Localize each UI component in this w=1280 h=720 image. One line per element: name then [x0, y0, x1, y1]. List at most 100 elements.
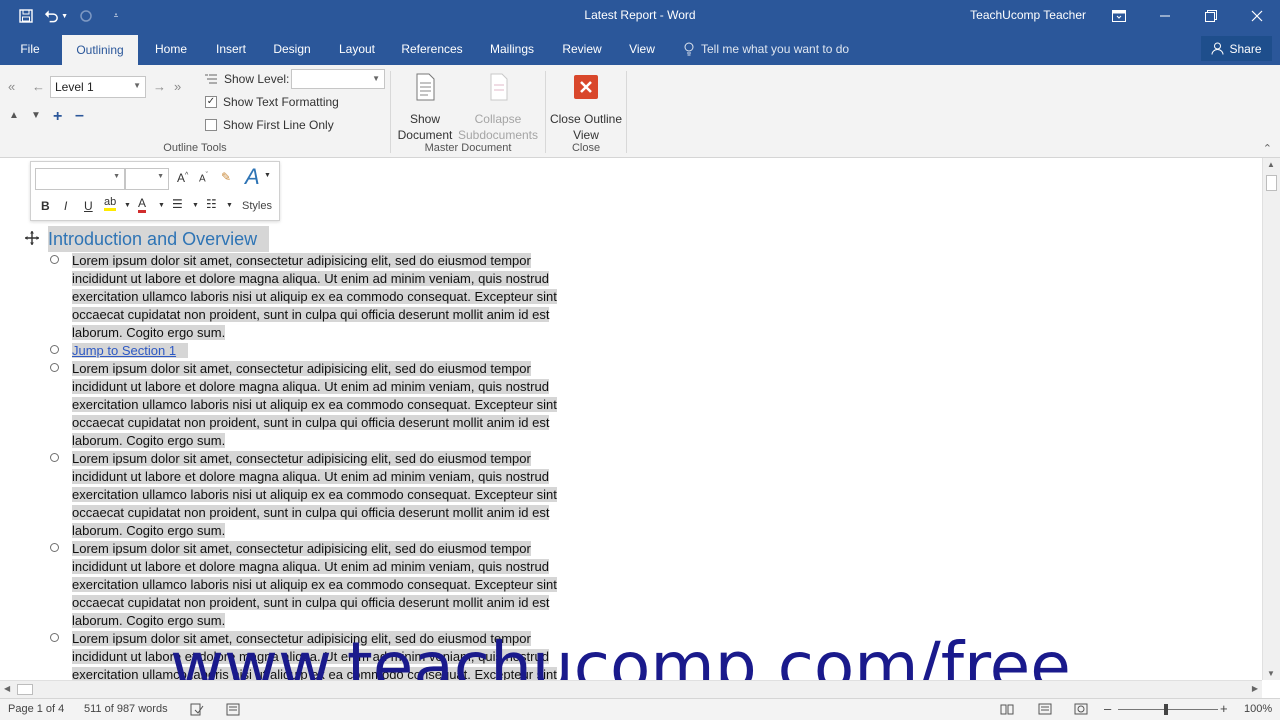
styles-icon[interactable]: A	[245, 164, 260, 190]
outline-bullet-icon[interactable]	[50, 255, 59, 264]
show-level-select[interactable]: ▼	[291, 69, 385, 89]
close-group-label: Close	[571, 142, 601, 154]
format-painter-icon[interactable]: ✎	[221, 170, 231, 184]
group-separator	[626, 71, 627, 153]
document-area[interactable]: ▼ ▼ A^ Aˇ ✎ A ▼ B I U ab ▼ A ▼ ☰ ▼ ☷ ▼ S…	[0, 158, 1262, 680]
paragraph-line: exercitation ullamco laboris nisi ut ali…	[72, 487, 557, 502]
outline-bullet-icon[interactable]	[50, 363, 59, 372]
chevron-down-icon: ▼	[133, 81, 141, 90]
move-down-icon[interactable]: ▼	[31, 110, 41, 121]
bullets-icon[interactable]: ☰	[172, 197, 183, 211]
highlight-icon[interactable]: ab	[104, 196, 117, 211]
collapse-ribbon-icon[interactable]: ⌃	[1263, 142, 1272, 155]
styles-label: Styles	[242, 200, 272, 212]
scroll-right-icon[interactable]: ▶	[1252, 684, 1258, 693]
tab-file[interactable]: File	[8, 32, 52, 65]
outline-level-select[interactable]: Level 1 ▼	[50, 76, 146, 98]
lightbulb-icon	[684, 42, 694, 55]
proofing-icon[interactable]	[190, 703, 204, 716]
tab-outlining[interactable]: Outlining	[62, 35, 138, 65]
move-handle-icon[interactable]	[24, 230, 40, 246]
user-name[interactable]: TeachUcomp Teacher	[970, 8, 1086, 22]
group-separator	[390, 71, 391, 153]
tab-view[interactable]: View	[620, 32, 664, 65]
chevron-down-icon[interactable]: ▼	[264, 172, 271, 179]
close-window-button[interactable]	[1234, 0, 1280, 32]
shrink-font-icon[interactable]: Aˇ	[199, 172, 208, 184]
outline-heading-level-1[interactable]: Introduction and Overview	[48, 226, 270, 252]
scroll-up-icon[interactable]: ▲	[1267, 160, 1275, 169]
demote-to-body-icon[interactable]: »	[174, 79, 181, 94]
expand-icon[interactable]: +	[53, 108, 62, 126]
body-paragraph: Lorem ipsum dolor sit amet, consectetur …	[72, 540, 612, 630]
tab-design[interactable]: Design	[266, 32, 318, 65]
tab-references[interactable]: References	[396, 32, 468, 65]
minimize-button[interactable]	[1142, 0, 1188, 32]
group-separator	[545, 71, 546, 153]
font-name-select[interactable]: ▼	[35, 168, 125, 190]
chevron-down-icon[interactable]: ▼	[192, 202, 199, 209]
tab-insert[interactable]: Insert	[206, 32, 256, 65]
demote-icon[interactable]: →	[153, 79, 166, 94]
paragraph-line: laborum. Cogito ergo sum.	[72, 433, 226, 448]
font-color-icon[interactable]: A	[138, 196, 147, 213]
bold-icon[interactable]: B	[41, 199, 50, 213]
jump-to-section-link[interactable]: Jump to Section 1	[72, 343, 189, 358]
status-bar: Page 1 of 4 511 of 987 words – + 100%	[0, 698, 1280, 720]
scroll-left-icon[interactable]: ◀	[4, 684, 10, 693]
outline-bullet-icon[interactable]	[50, 633, 59, 642]
paragraph-line: occaecat cupidatat non proident, sunt in…	[72, 595, 550, 610]
show-first-line-only-checkbox[interactable]: Show First Line Only	[205, 118, 334, 132]
print-layout-icon[interactable]	[1038, 703, 1052, 715]
chevron-down-icon[interactable]: ▼	[226, 202, 233, 209]
macro-record-icon[interactable]	[226, 703, 240, 716]
page-count[interactable]: Page 1 of 4	[8, 703, 64, 715]
tab-home[interactable]: Home	[146, 32, 196, 65]
restore-button[interactable]	[1188, 0, 1234, 32]
close-outline-view-button[interactable]: Close Outline View	[549, 71, 623, 143]
scroll-thumb[interactable]	[17, 684, 33, 695]
tab-layout[interactable]: Layout	[330, 32, 384, 65]
show-level-icon	[205, 74, 217, 84]
horizontal-scrollbar[interactable]: ◀ ▶	[0, 680, 1262, 698]
collapse-subdocuments-label: Collapse Subdocuments	[457, 112, 539, 142]
collapse-subdocuments-button[interactable]: Collapse Subdocuments	[456, 71, 540, 143]
zoom-slider[interactable]	[1118, 709, 1218, 710]
tell-me-label: Tell me what you want to do	[701, 41, 850, 56]
outline-bullet-icon[interactable]	[50, 543, 59, 552]
promote-to-heading-icon[interactable]: «	[8, 79, 15, 94]
move-up-icon[interactable]: ▲	[9, 110, 19, 121]
minimize-icon	[1160, 15, 1170, 17]
zoom-in-icon[interactable]: +	[1220, 701, 1228, 716]
web-layout-icon[interactable]	[1074, 703, 1088, 715]
promote-icon[interactable]: ←	[32, 79, 45, 94]
zoom-slider-thumb[interactable]	[1164, 704, 1168, 715]
scroll-down-icon[interactable]: ▼	[1267, 669, 1275, 678]
numbering-icon[interactable]: ☷	[206, 197, 217, 211]
checkmark-icon: ✓	[205, 96, 217, 108]
tell-me-search[interactable]: Tell me what you want to do	[683, 32, 849, 65]
read-mode-icon[interactable]	[1000, 703, 1014, 715]
zoom-out-icon[interactable]: –	[1104, 701, 1111, 716]
chevron-down-icon: ▼	[157, 173, 164, 180]
italic-icon[interactable]: I	[64, 199, 67, 213]
outline-bullet-icon[interactable]	[50, 345, 59, 354]
tab-review[interactable]: Review	[556, 32, 608, 65]
paragraph-line: occaecat cupidatat non proident, sunt in…	[72, 505, 550, 520]
collapse-icon[interactable]: –	[75, 107, 84, 125]
font-size-select[interactable]: ▼	[125, 168, 169, 190]
grow-font-icon[interactable]: A^	[177, 171, 188, 185]
word-count[interactable]: 511 of 987 words	[84, 703, 168, 715]
share-button[interactable]: Share	[1201, 36, 1272, 61]
underline-icon[interactable]: U	[84, 199, 93, 213]
chevron-down-icon[interactable]: ▼	[158, 202, 165, 209]
show-document-button[interactable]: Show Document	[394, 71, 456, 143]
zoom-level[interactable]: 100%	[1244, 703, 1272, 715]
scroll-thumb[interactable]	[1266, 175, 1277, 191]
chevron-down-icon[interactable]: ▼	[124, 202, 131, 209]
tab-mailings[interactable]: Mailings	[482, 32, 542, 65]
ribbon-display-options-button[interactable]	[1096, 0, 1142, 32]
show-text-formatting-checkbox[interactable]: ✓ Show Text Formatting	[205, 95, 339, 109]
outline-bullet-icon[interactable]	[50, 453, 59, 462]
vertical-scrollbar[interactable]: ▲ ▼	[1262, 158, 1280, 680]
